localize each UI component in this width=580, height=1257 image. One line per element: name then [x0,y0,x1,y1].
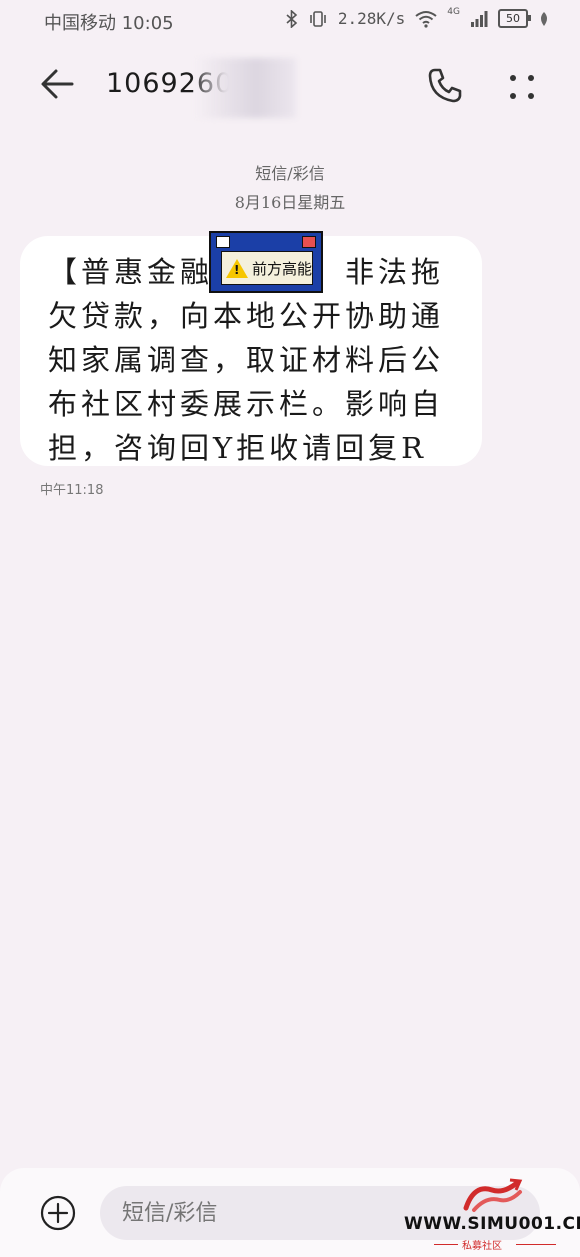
watermark-rule-left [434,1244,458,1245]
signal-icon [471,10,488,27]
wifi-icon [415,10,437,28]
vibrate-icon [310,10,326,27]
leaf-icon [541,11,547,26]
battery-icon: 50 [498,9,531,28]
status-icons: 2.28K/s 4G 50 [286,6,550,28]
more-dots-icon[interactable] [505,70,539,104]
channel-label: 短信/彩信 [255,164,325,183]
date-label: 8月16日星期五 [234,193,346,212]
watermark-logo-icon [463,1178,523,1212]
arrow-left-icon[interactable] [38,64,78,104]
warning-triangle-icon: ! [226,258,248,278]
watermark: WWW.SIMU001.CN 私募社区 [404,1178,580,1256]
window-minimize-icon [216,236,230,248]
watermark-url: WWW.SIMU001.CN [404,1214,580,1234]
network-type-badge: 4G [447,6,460,17]
watermark-subtitle: 私募社区 [462,1241,502,1252]
redacted-area [196,58,296,118]
warning-sticker: ! 前方高能 [209,231,323,293]
warning-label: 前方高能 [252,259,313,278]
plus-circle-icon[interactable] [40,1195,76,1231]
message-timestamp: 中午11:18 [40,483,104,498]
phone-icon[interactable] [426,66,464,104]
window-close-icon [302,236,316,248]
bluetooth-icon [286,9,298,28]
status-bar: 中国移动 10:05 2.28K/s 4G 50 [0,0,580,40]
warning-panel: ! 前方高能 [221,251,313,285]
carrier-time: 中国移动 10:05 [44,13,174,34]
network-speed: 2.28K/s [337,9,406,28]
battery-level: 50 [506,12,520,25]
watermark-rule-right [516,1244,556,1245]
